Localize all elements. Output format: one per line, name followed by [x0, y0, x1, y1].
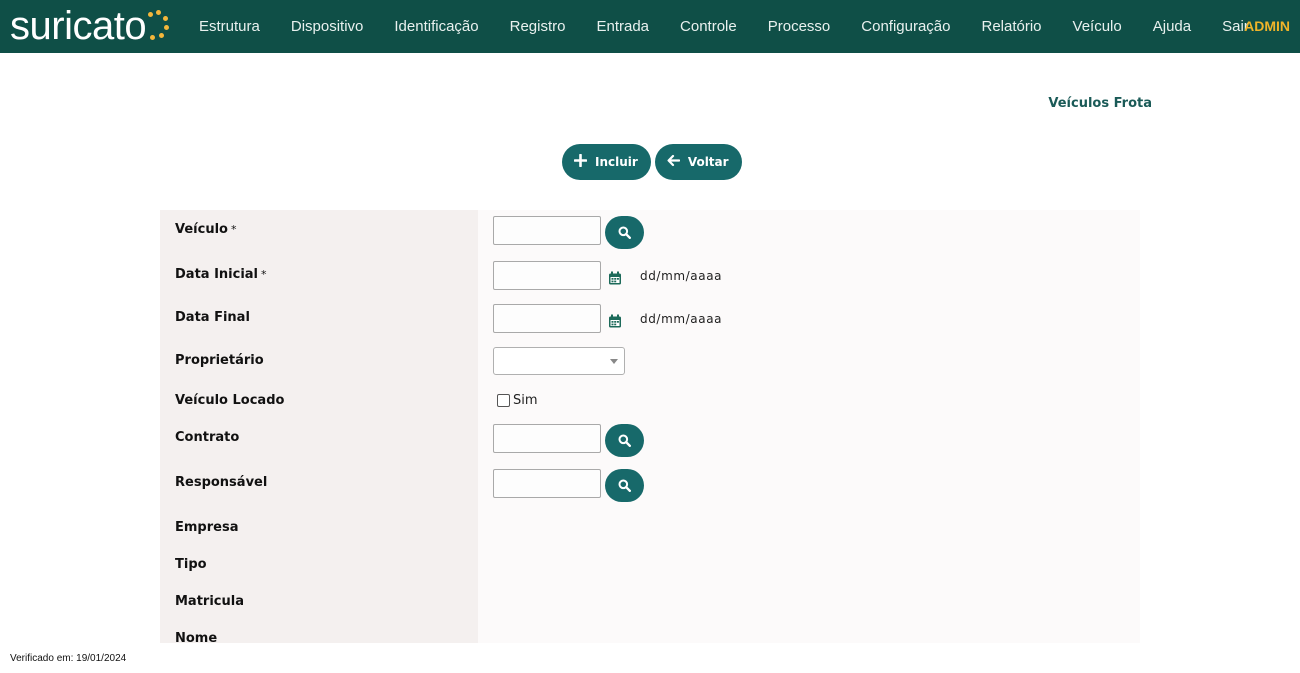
calendar-icon[interactable] — [608, 270, 622, 285]
contract-input[interactable] — [493, 424, 601, 453]
type-label: Tipo — [175, 557, 207, 572]
calendar-icon[interactable] — [608, 313, 622, 328]
search-icon — [618, 434, 631, 447]
include-label: Incluir — [595, 155, 638, 169]
search-icon — [618, 479, 631, 492]
owner-label: Proprietário — [175, 353, 264, 368]
back-button[interactable]: Voltar — [654, 144, 742, 180]
vehicle-input[interactable] — [493, 216, 601, 245]
nav-item-processo[interactable]: Processo — [768, 18, 831, 35]
owner-select[interactable] — [493, 347, 625, 375]
back-label: Voltar — [687, 155, 729, 169]
logo-text: suricato — [10, 4, 147, 48]
nav-item-dispositivo[interactable]: Dispositivo — [291, 18, 364, 35]
search-icon — [618, 226, 631, 239]
responsible-label: Responsável — [175, 475, 268, 490]
include-button[interactable]: Incluir — [562, 144, 651, 180]
nav-item-identificacao[interactable]: Identificação — [394, 18, 478, 35]
start-date-format-hint: dd/mm/aaaa — [640, 269, 723, 283]
top-navbar: suricato Estrutura Dispositivo Identificaç… — [0, 0, 1300, 53]
leased-checkbox[interactable] — [497, 394, 510, 407]
vehicle-label: Veículo * — [175, 222, 237, 237]
nav-item-controle[interactable]: Controle — [680, 18, 737, 35]
verified-date: Verificado em: 19/01/2024 — [10, 653, 127, 664]
start-date-label: Data Inicial * — [175, 267, 267, 282]
suricato-logo[interactable]: suricato — [10, 4, 172, 48]
action-buttons: Incluir Voltar — [562, 144, 742, 180]
leased-option-label[interactable]: Sim — [513, 393, 538, 408]
leased-checkbox-group: Sim — [497, 393, 538, 408]
company-label: Empresa — [175, 520, 239, 535]
chevron-down-icon — [610, 359, 618, 364]
plus-icon — [573, 153, 588, 170]
nav-item-veiculo[interactable]: Veículo — [1073, 18, 1122, 35]
nav-item-ajuda[interactable]: Ajuda — [1153, 18, 1191, 35]
logo-dots-icon — [142, 6, 172, 46]
responsible-input[interactable] — [493, 469, 601, 498]
nav-item-relatorio[interactable]: Relatório — [982, 18, 1042, 35]
vehicle-fleet-form: Veículo * Data Inicial * Data Final Propri… — [160, 210, 1140, 643]
end-date-format-hint: dd/mm/aaaa — [640, 312, 723, 326]
fields-column: dd/mm/aaaa dd/mm/aaaa Sim — [478, 210, 1140, 643]
user-name[interactable]: ADMIN — [1244, 18, 1290, 34]
nav-item-entrada[interactable]: Entrada — [596, 18, 649, 35]
contract-label: Contrato — [175, 430, 240, 445]
nav-item-registro[interactable]: Registro — [510, 18, 566, 35]
vehicle-search-button[interactable] — [605, 216, 644, 249]
registration-label: Matricula — [175, 594, 244, 609]
labels-column: Veículo * Data Inicial * Data Final Propri… — [160, 210, 478, 643]
start-date-input[interactable] — [493, 261, 601, 290]
end-date-label: Data Final — [175, 310, 250, 325]
contract-search-button[interactable] — [605, 424, 644, 457]
page-title: Veículos Frota — [1048, 96, 1152, 111]
main-menu: Estrutura Dispositivo Identificação Registr… — [199, 0, 1280, 53]
arrow-left-icon — [667, 154, 680, 170]
nav-item-configuracao[interactable]: Configuração — [861, 18, 950, 35]
responsible-search-button[interactable] — [605, 469, 644, 502]
leased-vehicle-label: Veículo Locado — [175, 393, 285, 408]
nav-item-estrutura[interactable]: Estrutura — [199, 18, 260, 35]
name-label: Nome — [175, 631, 218, 643]
end-date-input[interactable] — [493, 304, 601, 333]
